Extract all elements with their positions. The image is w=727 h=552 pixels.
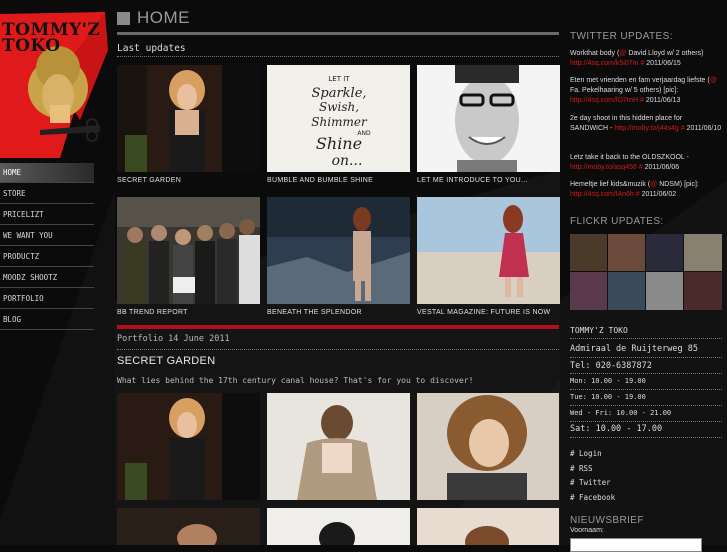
shop-hours-sat: Sat: 10.00 - 17.00 <box>570 424 663 434</box>
update-caption[interactable]: VESTAL MAGAZINE: FUTURE IS NOW <box>417 309 560 316</box>
update-thumbnail[interactable] <box>117 197 260 304</box>
tweet-item: Letz take it back to the OLDSZKOOL - htt… <box>570 154 689 171</box>
update-card[interactable]: VESTAL MAGAZINE: FUTURE IS NOW <box>417 197 560 316</box>
nav-item-portfolio[interactable]: PORTFOLIO <box>0 289 94 309</box>
tweet-link[interactable]: http://moby.to/j44s4g # <box>614 125 684 132</box>
rss-link[interactable]: # RSS <box>570 464 615 479</box>
twitter-link[interactable]: # Twitter <box>570 478 615 493</box>
svg-text:Shine: Shine <box>316 134 362 153</box>
tweet-link[interactable]: http://moby.to/asq456 # <box>570 164 643 171</box>
logo-text: TOMMY'Z TOKO <box>2 20 101 56</box>
dotted-divider <box>570 421 722 422</box>
nav-item-store[interactable]: STORE <box>0 184 94 204</box>
facebook-link[interactable]: # Facebook <box>570 493 615 508</box>
update-card[interactable]: LET IT Sparkle, Swish, Shimmer AND Shine… <box>267 65 410 184</box>
shop-hours-mon: Mon: 10.00 - 19.00 <box>570 377 646 385</box>
update-card[interactable]: BB TREND REPORT <box>117 197 260 316</box>
dotted-divider <box>117 56 559 57</box>
shop-hours-wed-fri: Wed - Fri: 10.00 - 21.00 <box>570 409 672 417</box>
shop-address: Admiraal de Ruijterweg 85 <box>570 344 698 354</box>
nav-item-productz[interactable]: PRODUCTZ <box>0 247 94 267</box>
tweet-item: 2e day shoot in this hidden place for SA… <box>570 115 722 132</box>
update-caption[interactable]: SECRET GARDEN <box>117 177 260 184</box>
nav-item-home[interactable]: HOME <box>0 163 94 183</box>
svg-text:Swish,: Swish, <box>319 100 359 114</box>
dotted-divider <box>570 437 722 438</box>
heading-square-icon <box>117 12 130 25</box>
tweet-item: Eten met vrienden en fam verjaardag lief… <box>570 77 717 104</box>
newsletter-firstname-label: Voornaam: <box>570 527 604 534</box>
nav-item-blog[interactable]: BLOG <box>0 310 94 330</box>
update-caption[interactable]: BENEATH THE SPLENDOR <box>267 309 410 316</box>
update-card[interactable]: BENEATH THE SPLENDOR <box>267 197 410 316</box>
gallery-image[interactable] <box>117 393 260 500</box>
post-divider <box>117 325 559 329</box>
gallery-image[interactable] <box>117 508 260 545</box>
dotted-divider <box>570 405 722 406</box>
tweet-item: Hemeltje lief kids&muzik (@ NDSM) [pic]:… <box>570 181 699 198</box>
dotted-divider <box>117 349 559 350</box>
twitter-heading: TWITTER UPDATES: <box>570 31 673 42</box>
flickr-heading: FLICKR UPDATES: <box>570 216 664 227</box>
heading-divider <box>117 32 559 35</box>
update-thumbnail[interactable] <box>417 65 560 172</box>
gallery-image[interactable] <box>417 508 559 545</box>
tweet-item: Workthat body (@ David Lloyd w/ 2 others… <box>570 50 704 67</box>
sidebar-links: # Login # RSS # Twitter # Facebook <box>570 449 615 507</box>
post-description: What lies behind the 17th century canal … <box>117 376 474 385</box>
tweet-link[interactable]: http://4sq.com/lO7rnH # <box>570 97 644 104</box>
update-caption[interactable]: BUMBLE AND BUMBLE SHINE <box>267 177 410 184</box>
update-thumbnail[interactable] <box>267 197 410 304</box>
update-card[interactable]: SECRET GARDEN <box>117 65 260 184</box>
dotted-divider <box>570 357 722 358</box>
update-thumbnail[interactable] <box>117 65 260 172</box>
shop-hours-tue: Tue: 10.00 - 19.00 <box>570 393 646 401</box>
svg-text:Sparkle,: Sparkle, <box>311 86 366 101</box>
nav-item-pricelizt[interactable]: PRICELIZT <box>0 205 94 225</box>
gallery-image[interactable] <box>267 508 410 545</box>
tweet-link[interactable]: http://4sq.com/k5i07m # <box>570 60 644 67</box>
dotted-divider <box>570 338 722 339</box>
tweet-link[interactable]: http://4sq.com/lAn6h # <box>570 191 640 198</box>
shop-phone: Tel: 020-6387872 <box>570 361 652 371</box>
newsletter-heading: NIEUWSBRIEF <box>570 515 644 526</box>
post-meta: Portfolio 14 June 2011 <box>117 334 230 344</box>
svg-text:Shimmer: Shimmer <box>311 115 368 129</box>
gallery-image[interactable] <box>267 393 410 500</box>
shop-name: TOMMY'Z TOKO <box>570 326 628 335</box>
main-nav: HOME STORE PRICELIZT WE WANT YOU PRODUCT… <box>0 163 94 331</box>
update-caption[interactable]: BB TREND REPORT <box>117 309 260 316</box>
update-caption[interactable]: LET ME INTRODUCE TO YOU... <box>417 177 560 184</box>
gallery-image[interactable] <box>417 393 559 500</box>
update-thumbnail[interactable]: LET IT Sparkle, Swish, Shimmer AND Shine… <box>267 65 410 172</box>
tweet-mention-link[interactable]: @ <box>710 77 717 84</box>
post-gallery <box>117 393 559 545</box>
dotted-divider <box>570 373 722 374</box>
update-thumbnail[interactable] <box>417 197 560 304</box>
section-label: Last updates <box>117 43 186 54</box>
nav-item-moodz-shootz[interactable]: MOODZ SHOOTZ <box>0 268 94 288</box>
svg-text:on...: on... <box>332 153 363 169</box>
svg-text:LET IT: LET IT <box>328 75 350 83</box>
logo[interactable]: TOMMY'Z TOKO <box>0 10 108 158</box>
nav-item-we-want-you[interactable]: WE WANT YOU <box>0 226 94 246</box>
login-link[interactable]: # Login <box>570 449 615 464</box>
update-card[interactable]: LET ME INTRODUCE TO YOU... <box>417 65 560 184</box>
dotted-divider <box>570 389 722 390</box>
newsletter-firstname-input[interactable] <box>570 538 702 552</box>
flickr-gallery[interactable] <box>570 234 722 310</box>
page-title: HOME <box>137 8 190 27</box>
post-title[interactable]: SECRET GARDEN <box>117 355 215 367</box>
